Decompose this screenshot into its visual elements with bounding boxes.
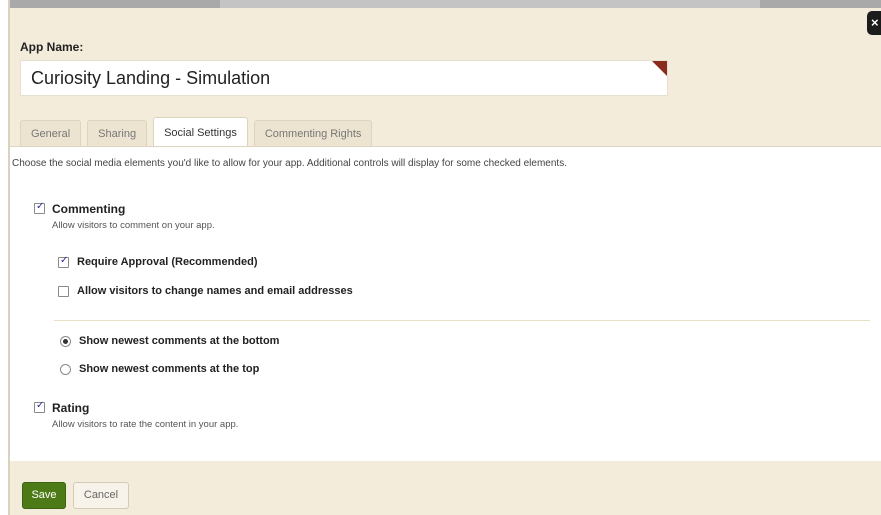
- tab-social-settings[interactable]: Social Settings: [153, 117, 248, 147]
- rating-checkbox[interactable]: [34, 400, 45, 413]
- commenting-label: Commenting: [52, 202, 126, 216]
- newest-bottom-radio[interactable]: [60, 336, 71, 347]
- allow-change-names-label: Allow visitors to change names and email…: [77, 285, 353, 297]
- app-name-label: App Name:: [20, 40, 84, 54]
- tab-sharing[interactable]: Sharing: [87, 120, 148, 146]
- tab-bar: General Sharing Social Settings Commenti…: [20, 116, 378, 147]
- tab-general[interactable]: General: [20, 120, 82, 146]
- app-name-input[interactable]: [20, 60, 668, 96]
- newest-bottom-label: Show newest comments at the bottom: [79, 335, 280, 347]
- require-approval-checkbox[interactable]: [58, 255, 69, 268]
- top-strip: [10, 0, 881, 8]
- save-button[interactable]: Save: [22, 482, 66, 509]
- allow-change-names-checkbox[interactable]: [58, 286, 69, 297]
- newest-top-label: Show newest comments at the top: [79, 363, 260, 375]
- app-settings-dialog: × App Name: General Sharing Social Setti…: [8, 0, 881, 515]
- rating-description: Allow visitors to rate the content in yo…: [52, 419, 239, 430]
- social-settings-panel: Choose the social media elements you'd l…: [10, 146, 881, 461]
- newest-top-radio[interactable]: [60, 364, 71, 375]
- corner-flag-icon: [652, 61, 667, 76]
- dialog-footer: Save Cancel: [10, 461, 881, 515]
- commenting-checkbox[interactable]: [34, 201, 45, 214]
- rating-label: Rating: [52, 401, 90, 415]
- divider: [54, 320, 870, 321]
- tab-commenting-rights[interactable]: Commenting Rights: [253, 120, 373, 146]
- require-approval-label: Require Approval (Recommended): [77, 256, 258, 268]
- commenting-description: Allow visitors to comment on your app.: [52, 220, 215, 231]
- intro-text: Choose the social media elements you'd l…: [12, 158, 567, 169]
- close-icon[interactable]: ×: [867, 11, 881, 35]
- cancel-button[interactable]: Cancel: [73, 482, 129, 509]
